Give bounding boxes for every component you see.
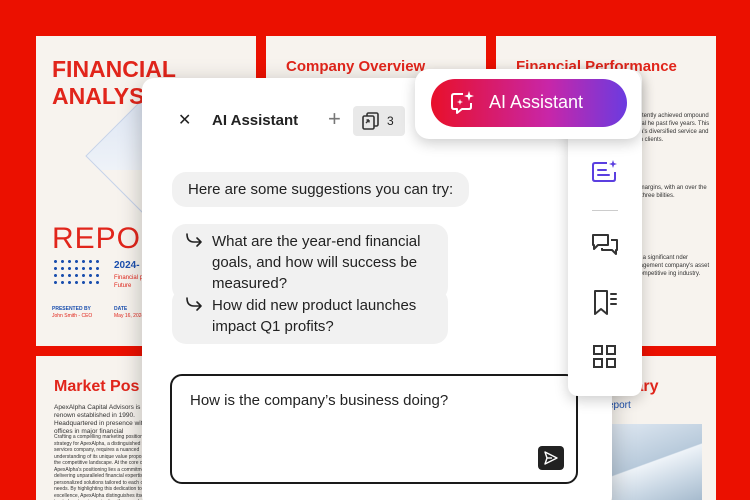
ai-assistant-button-card: AI Assistant: [415, 69, 641, 139]
ai-chat-sparkle-icon: [451, 91, 474, 114]
ai-sparkle-icon[interactable]: [590, 158, 620, 188]
ai-assistant-button[interactable]: AI Assistant: [431, 79, 627, 127]
date-label: DATE: [114, 306, 128, 312]
close-icon[interactable]: ✕: [178, 110, 191, 130]
suggestion-text: How did new product launches impact Q1 p…: [212, 297, 417, 335]
cover-dot-pattern: [52, 258, 102, 288]
send-button[interactable]: [538, 446, 564, 470]
documents-icon: [362, 112, 379, 130]
suggestion-chip[interactable]: How did new product launches impact Q1 p…: [172, 288, 448, 344]
ai-assistant-button-label: AI Assistant: [489, 92, 584, 112]
documents-count: 3: [387, 114, 394, 128]
send-icon: [544, 451, 558, 465]
return-arrow-icon: [186, 233, 202, 247]
suggestion-text: What are the year-end financial goals, a…: [212, 233, 421, 292]
comments-icon[interactable]: [590, 230, 620, 260]
cover-year: 2024-: [114, 260, 140, 271]
apps-grid-icon[interactable]: [590, 342, 620, 372]
presented-by-label: PRESENTED BY: [52, 306, 91, 312]
market-title: Market Pos: [54, 378, 140, 395]
prompt-input[interactable]: How is the company’s business doing?: [170, 374, 578, 484]
prompt-input-value[interactable]: How is the company’s business doing?: [190, 392, 448, 409]
new-chat-button[interactable]: +: [328, 108, 341, 130]
attached-documents-chip[interactable]: 3: [353, 106, 405, 136]
return-arrow-icon: [186, 297, 202, 311]
toolbar-divider: [592, 210, 618, 211]
presented-by-value: John Smith - CEO: [52, 313, 93, 319]
suggestions-intro: Here are some suggestions you can try:: [172, 172, 470, 207]
ai-assistant-panel: ✕ AI Assistant + 3 Here are some suggest…: [142, 78, 612, 500]
chat-title: AI Assistant: [212, 112, 299, 129]
date-value: May 16, 2024: [114, 313, 145, 319]
summary-building-image: [612, 424, 702, 500]
overview-title: Company Overview: [286, 58, 426, 75]
bookmarks-icon[interactable]: [590, 288, 620, 318]
